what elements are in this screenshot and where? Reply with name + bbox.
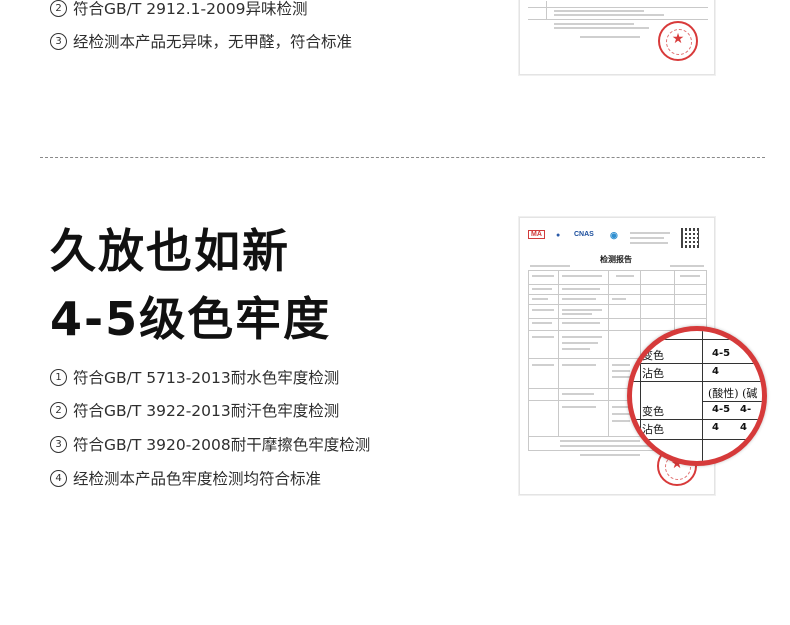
zoom-value: 4 [712, 366, 719, 377]
qr-code-icon [681, 228, 701, 248]
cert-logo: ◉ [610, 230, 618, 240]
zoom-value: 4-5 [712, 404, 731, 415]
zoom-value: 4 [740, 422, 747, 433]
bottom-item-4: 4 经检测本产品色牢度检测均符合标准 [50, 467, 321, 489]
zoom-value: 4 [712, 422, 719, 433]
ilac-logo: ● [556, 232, 561, 239]
number-badge: 2 [50, 0, 67, 17]
item-text: 经检测本产品无异味，无甲醛，符合标准 [73, 33, 353, 51]
top-item-2: 2 符合GB/T 2912.1-2009异味检测 [50, 0, 308, 19]
number-badge: 3 [50, 435, 67, 453]
top-section: 2 符合GB/T 2912.1-2009异味检测 3 经检测本产品无异味，无甲醛… [0, 0, 790, 150]
report-card-top: ★ [519, 0, 715, 75]
zoom-value: 4- [740, 404, 752, 415]
number-badge: 3 [50, 32, 67, 50]
number-badge: 4 [50, 469, 67, 487]
red-seal-stamp: ★ [658, 21, 698, 61]
item-text: 符合GB/T 2912.1-2009异味检测 [73, 0, 308, 18]
zoom-value: 4-5 [712, 348, 731, 359]
zoom-label-change: 变色 [642, 349, 664, 362]
zoom-label-change: 变色 [642, 405, 664, 418]
magnifier-zoom: 变色 4-5 沾色 4 (酸性) (碱 变色 4-5 4- 沾色 4 4 [627, 326, 767, 466]
headline-secondary: 4-5级色牢度 [50, 292, 332, 346]
headline-primary: 久放也如新 [50, 224, 290, 278]
cma-logo: MA [528, 230, 545, 239]
number-badge: 2 [50, 401, 67, 419]
report-title: 检测报告 [600, 255, 632, 264]
number-badge: 1 [50, 368, 67, 386]
zoom-label-stain: 沾色 [642, 423, 664, 436]
zoom-label-stain: 沾色 [642, 367, 664, 380]
top-item-3: 3 经检测本产品无异味，无甲醛，符合标准 [50, 30, 352, 52]
cnas-logo: CNAS [574, 231, 594, 238]
item-text: 经检测本产品色牢度检测均符合标准 [73, 470, 322, 488]
item-text: 符合GB/T 5713-2013耐水色牢度检测 [73, 369, 340, 387]
zoom-header-acid-alkaline: (酸性) (碱 [708, 387, 758, 400]
bottom-item-2: 2 符合GB/T 3922-2013耐汗色牢度检测 [50, 399, 339, 421]
bottom-item-1: 1 符合GB/T 5713-2013耐水色牢度检测 [50, 366, 339, 388]
item-text: 符合GB/T 3922-2013耐汗色牢度检测 [73, 402, 340, 420]
bottom-item-3: 3 符合GB/T 3920-2008耐干摩擦色牢度检测 [50, 433, 370, 455]
item-text: 符合GB/T 3920-2008耐干摩擦色牢度检测 [73, 436, 371, 454]
